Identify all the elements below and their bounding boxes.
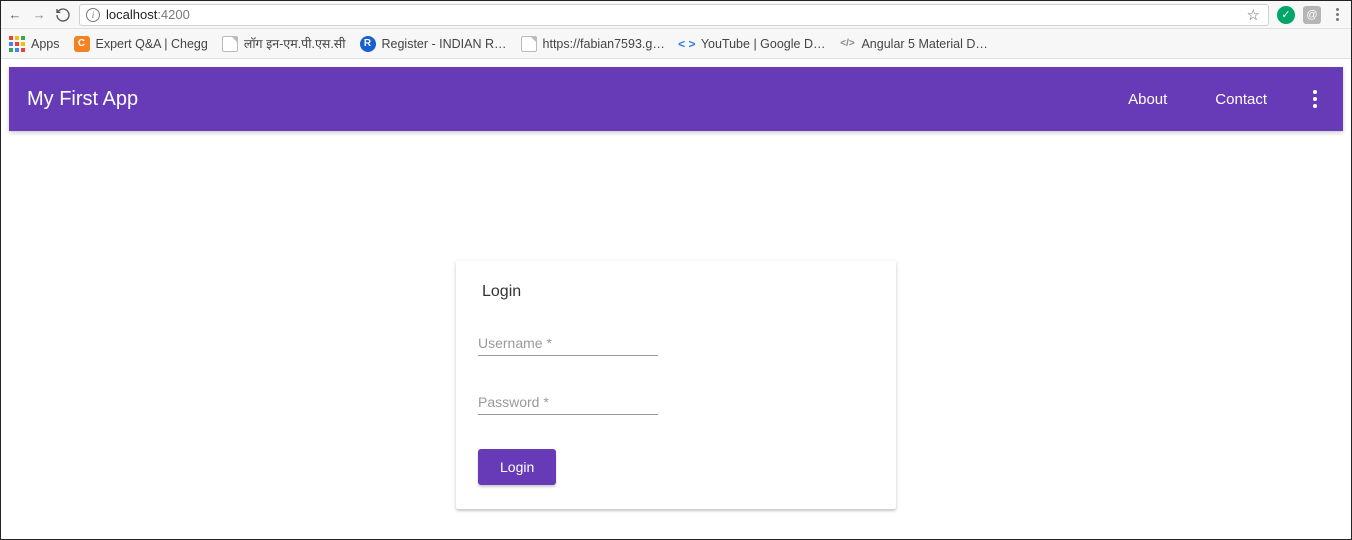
username-input[interactable] bbox=[478, 331, 658, 356]
page-body: Login Login bbox=[9, 131, 1343, 509]
page-viewport: My First App About Contact Login Login bbox=[1, 59, 1351, 517]
bookmark-item[interactable]: </> Angular 5 Material D… bbox=[839, 36, 987, 52]
favicon-icon: R bbox=[360, 36, 376, 52]
browser-toolbar: ← → i localhost:4200 ☆ ✓ @ bbox=[1, 1, 1351, 29]
nav-about[interactable]: About bbox=[1128, 91, 1167, 108]
site-info-icon[interactable]: i bbox=[86, 8, 100, 22]
username-field bbox=[478, 331, 658, 356]
password-input[interactable] bbox=[478, 390, 658, 415]
bookmark-label: Angular 5 Material D… bbox=[861, 37, 987, 51]
back-button[interactable]: ← bbox=[7, 7, 23, 22]
bookmark-label: https://fabian7593.g… bbox=[543, 37, 665, 51]
extension-icon[interactable]: @ bbox=[1303, 6, 1321, 24]
login-button[interactable]: Login bbox=[478, 449, 556, 485]
bookmark-star-icon[interactable]: ☆ bbox=[1247, 6, 1262, 24]
page-icon bbox=[222, 36, 238, 52]
favicon-icon: C bbox=[74, 36, 90, 52]
bookmark-item[interactable]: R Register - INDIAN R… bbox=[360, 36, 507, 52]
bookmark-item[interactable]: C Expert Q&A | Chegg bbox=[74, 36, 208, 52]
apps-shortcut[interactable]: Apps bbox=[9, 36, 60, 52]
nav-contact[interactable]: Contact bbox=[1215, 91, 1267, 108]
bookmark-label: YouTube | Google D… bbox=[701, 37, 826, 51]
chrome-menu-icon[interactable] bbox=[1329, 8, 1345, 21]
bookmark-label: लॉग इन-एम.पी.एस.सी bbox=[244, 35, 346, 52]
apps-label: Apps bbox=[31, 37, 60, 51]
password-field bbox=[478, 390, 658, 415]
bookmark-item[interactable]: https://fabian7593.g… bbox=[521, 36, 665, 52]
apps-grid-icon bbox=[9, 36, 25, 52]
bookmark-label: Register - INDIAN R… bbox=[382, 37, 507, 51]
extension-icon[interactable]: ✓ bbox=[1277, 6, 1295, 24]
page-icon bbox=[521, 36, 537, 52]
login-card: Login Login bbox=[456, 261, 896, 509]
url-host: localhost:4200 bbox=[106, 7, 190, 22]
app-title: My First App bbox=[27, 88, 138, 111]
favicon-icon: < > bbox=[679, 36, 695, 52]
bookmark-label: Expert Q&A | Chegg bbox=[96, 37, 208, 51]
more-menu-icon[interactable] bbox=[1305, 90, 1325, 108]
bookmarks-bar: Apps C Expert Q&A | Chegg लॉग इन-एम.पी.ए… bbox=[1, 29, 1351, 59]
favicon-icon: </> bbox=[839, 36, 855, 52]
bookmark-item[interactable]: लॉग इन-एम.पी.एस.सी bbox=[222, 35, 346, 52]
bookmark-item[interactable]: < > YouTube | Google D… bbox=[679, 36, 826, 52]
address-bar[interactable]: i localhost:4200 ☆ bbox=[79, 4, 1269, 26]
forward-button: → bbox=[31, 7, 47, 22]
reload-button[interactable] bbox=[55, 7, 71, 23]
app-toolbar: My First App About Contact bbox=[9, 67, 1343, 131]
login-title: Login bbox=[482, 283, 874, 301]
